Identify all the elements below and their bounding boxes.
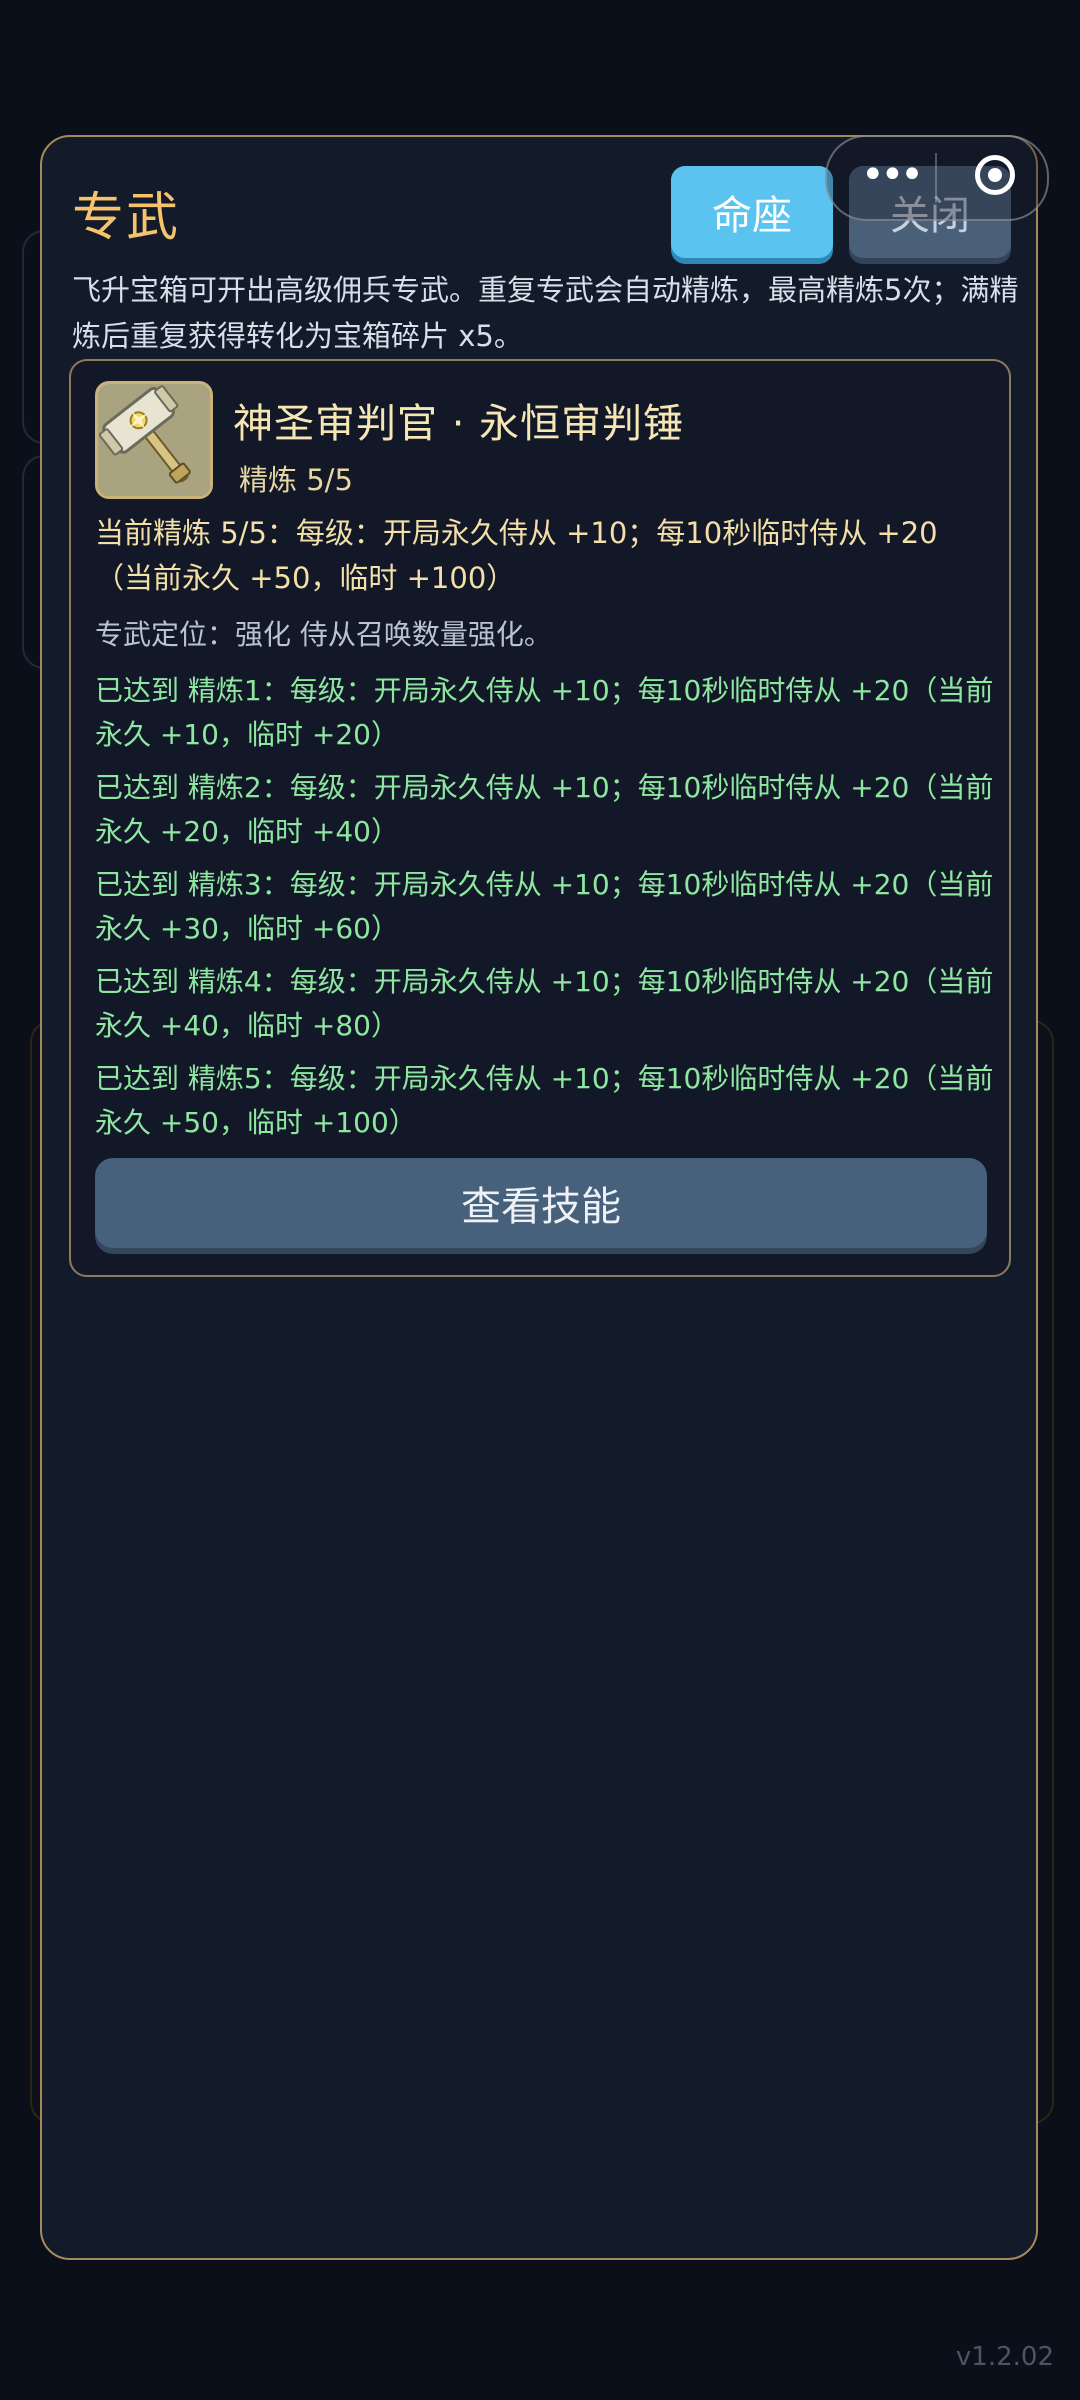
capsule-divider <box>935 153 937 203</box>
refinement-list: 已达到 精炼1：每级：开局永久侍从 +10；每10秒临时侍从 +20（当前永久 … <box>95 669 995 1154</box>
hammer-icon <box>95 381 213 499</box>
intro-text: 飞升宝箱可开出高级佣兵专武。重复专武会自动精炼，最高精炼5次；满精炼后重复获得转… <box>72 273 1019 353</box>
modal-title: 专武 <box>72 188 181 248</box>
version-label: v1.2.02 <box>955 2342 1054 2372</box>
weapon-name: 神圣审判官 · 永恒审判锤 <box>233 401 685 447</box>
refinement-item: 已达到 精炼5：每级：开局永久侍从 +10；每10秒临时侍从 +20（当前永久 … <box>95 1062 994 1139</box>
miniprogram-capsule: ••• <box>825 135 1049 221</box>
constellation-button[interactable]: 命座 <box>671 166 833 258</box>
view-skill-button[interactable]: 查看技能 <box>95 1158 987 1248</box>
refinement-item: 已达到 精炼3：每级：开局永久侍从 +10；每10秒临时侍从 +20（当前永久 … <box>95 868 994 945</box>
weapon-card: 神圣审判官 · 永恒审判锤 精炼 5/5 当前精炼 5/5：每级：开局永久侍从 … <box>69 359 1011 1277</box>
target-icon[interactable] <box>975 155 1015 195</box>
current-effect: 当前精炼 5/5：每级：开局永久侍从 +10；每10秒临时侍从 +20（当前永久… <box>95 516 938 595</box>
refinement-item: 已达到 精炼2：每级：开局永久侍从 +10；每10秒临时侍从 +20（当前永久 … <box>95 771 994 848</box>
refine-level: 精炼 5/5 <box>239 463 353 497</box>
refinement-item: 已达到 精炼1：每级：开局永久侍从 +10；每10秒临时侍从 +20（当前永久 … <box>95 674 994 751</box>
refinement-item: 已达到 精炼4：每级：开局永久侍从 +10；每10秒临时侍从 +20（当前永久 … <box>95 965 994 1042</box>
more-dots-icon[interactable]: ••• <box>861 155 924 195</box>
weapon-positioning: 专武定位：强化 侍从召唤数量强化。 <box>95 618 552 651</box>
weapon-modal: 专武 命座 关闭 飞升宝箱可开出高级佣兵专武。重复专武会自动精炼，最高精炼5次；… <box>40 135 1038 2260</box>
